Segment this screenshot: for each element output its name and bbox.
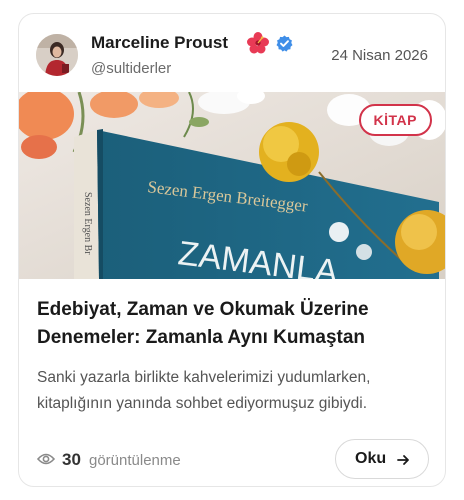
arrow-right-icon bbox=[396, 453, 410, 467]
post-excerpt: Sanki yazarla birlikte kahvelerimizi yud… bbox=[37, 369, 371, 412]
post-title[interactable]: Edebiyat, Zaman ve Okumak Üzerine Deneme… bbox=[37, 296, 429, 352]
read-button-label: Oku bbox=[355, 450, 387, 467]
verified-badge-icon bbox=[276, 35, 293, 52]
post-date: 24 Nisan 2026 bbox=[331, 47, 428, 64]
eye-icon bbox=[36, 452, 56, 466]
author-handle[interactable]: @sultiderler bbox=[91, 60, 171, 77]
cover-spine-text: Sezen Ergen Br bbox=[82, 192, 93, 255]
avatar[interactable] bbox=[36, 34, 78, 76]
avatar-image bbox=[36, 34, 78, 76]
views-count: 30 bbox=[62, 450, 81, 469]
read-button[interactable]: Oku bbox=[335, 439, 429, 479]
post-card[interactable]: Marceline Proust @sultiderler 24 Nisan 2… bbox=[18, 13, 446, 487]
views-label: görüntülenme bbox=[89, 452, 181, 469]
category-tag[interactable]: KİTAP bbox=[358, 104, 432, 136]
cover-image[interactable]: Sezen Ergen Breitegger ZAMANLA Sezen Erg… bbox=[19, 92, 445, 279]
hibiscus-emoji-icon bbox=[247, 32, 269, 54]
author-name[interactable]: Marceline Proust bbox=[91, 33, 228, 53]
post-footer: 30 görüntülenme Oku bbox=[19, 424, 445, 484]
post-header: Marceline Proust @sultiderler 24 Nisan 2… bbox=[19, 14, 445, 92]
